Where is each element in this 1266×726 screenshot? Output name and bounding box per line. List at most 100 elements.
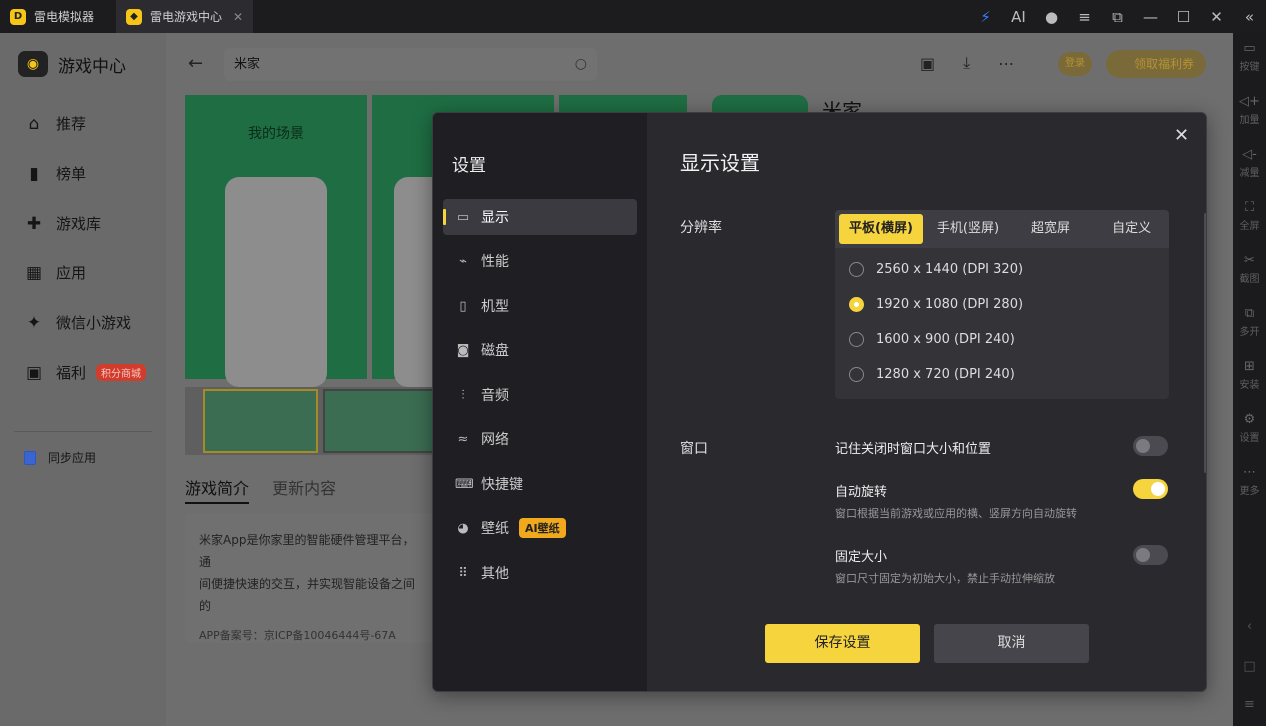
settings-nav-label: 磁盘 (481, 343, 509, 359)
tab-close-icon[interactable]: ✕ (233, 10, 243, 24)
thumbnail[interactable] (323, 389, 438, 453)
res-tab-custom[interactable]: 自定义 (1102, 214, 1161, 244)
keyboard-icon: ▭ (1243, 41, 1256, 56)
res-option[interactable]: 1600 x 900 (DPI 240) (849, 332, 1015, 347)
gamepad-logo-icon: ◉ (18, 51, 48, 77)
side-keyboard[interactable]: ▭ 按键 (1233, 41, 1266, 73)
side-settings[interactable]: ⚙ 设置 (1233, 412, 1266, 444)
tab-updates[interactable]: 更新内容 (272, 479, 336, 498)
res-option[interactable]: 1920 x 1080 (DPI 280) (849, 297, 1023, 312)
sync-apps-button[interactable]: 同步应用 (24, 449, 96, 466)
side-fullscreen[interactable]: ⛶ 全屏 (1233, 200, 1266, 232)
maximize-icon[interactable]: ☐ (1167, 8, 1200, 26)
tab-game-center[interactable]: ◆ 雷电游戏中心 ✕ (116, 0, 254, 33)
option-fixed-size-desc: 窗口尺寸固定为初始大小，禁止手动拉伸缩放 (835, 572, 1055, 585)
res-option-label: 2560 x 1440 (DPI 320) (876, 262, 1024, 277)
more-icon: ⋯ (1243, 465, 1256, 480)
settings-nav-shortcuts[interactable]: ⌨ 快捷键 (443, 466, 637, 502)
nav-back-icon[interactable]: ‹ (1233, 619, 1266, 634)
settings-nav-disk[interactable]: ◙ 磁盘 (443, 332, 637, 368)
download-icon[interactable]: ⤓ (963, 53, 970, 73)
collapse-icon[interactable]: « (1233, 8, 1266, 26)
settings-nav-model[interactable]: ▯ 机型 (443, 288, 637, 324)
side-volume-up[interactable]: ◁+ 加量 (1233, 94, 1266, 126)
settings-nav-other[interactable]: ⠿ 其他 (443, 555, 637, 591)
res-tab-ultrawide[interactable]: 超宽屏 (1021, 214, 1080, 244)
calendar-icon[interactable]: ▣ (920, 54, 935, 73)
monitor-icon: ▭ (456, 209, 470, 225)
nav-label: 游戏库 (56, 215, 102, 233)
intro-box: 米家App是你家里的智能硬件管理平台，通 间便捷快速的交互，并实现智能设备之间的… (185, 513, 435, 643)
login-button[interactable]: 登录 (1058, 52, 1092, 76)
search-value: 米家 (234, 57, 261, 72)
thumbnail[interactable] (203, 389, 318, 453)
nav-item-apps[interactable]: ▦ 应用 (24, 262, 86, 283)
nav-item-game-library[interactable]: ✚ 游戏库 (24, 213, 101, 234)
res-option[interactable]: 2560 x 1440 (DPI 320) (849, 262, 1023, 277)
search-icon[interactable]: ○ (575, 48, 587, 81)
nav-item-welfare[interactable]: ▣ 福利 积分商城 (24, 362, 147, 383)
side-install[interactable]: ⊞ 安装 (1233, 359, 1266, 391)
toggle-remember-window[interactable] (1133, 436, 1168, 456)
volume-up-icon: ◁+ (1239, 94, 1260, 109)
side-label: 安装 (1239, 380, 1260, 391)
sync-label: 同步应用 (48, 451, 97, 465)
dialog-close-icon[interactable]: ✕ (1174, 125, 1189, 146)
settings-nav-audio[interactable]: ⫶ 音频 (443, 377, 637, 413)
nav-item-ranking[interactable]: ▮ 榜单 (24, 163, 86, 184)
tab-emulator[interactable]: D 雷电模拟器 (0, 0, 104, 33)
res-tab-phone[interactable]: 手机(竖屏) (927, 214, 1009, 244)
install-icon: ⊞ (1244, 359, 1255, 374)
res-tab-tablet[interactable]: 平板(横屏) (839, 214, 923, 244)
side-label: 按键 (1239, 62, 1260, 73)
gear-icon: ⚙ (1243, 412, 1256, 427)
settings-nav-display[interactable]: ▭ 显示 (443, 199, 637, 235)
lightning-icon[interactable]: ⚡ (969, 8, 1002, 26)
radio-button[interactable] (849, 297, 864, 312)
tab-intro[interactable]: 游戏简介 (185, 479, 250, 504)
minimize-icon[interactable]: — (1134, 8, 1167, 26)
back-arrow-icon[interactable]: ← (188, 53, 203, 74)
option-fixed-size: 固定大小 (835, 550, 888, 565)
screenshot-1[interactable]: 我的场景 (185, 95, 367, 387)
menu-icon[interactable]: ≡ (1068, 8, 1101, 26)
radio-button[interactable] (849, 367, 864, 382)
reward-button[interactable]: 领取福利券 (1106, 50, 1206, 78)
side-more[interactable]: ⋯ 更多 (1233, 465, 1266, 497)
cancel-button[interactable]: 取消 (934, 624, 1089, 663)
side-volume-down[interactable]: ◁- 减量 (1233, 147, 1266, 179)
nav-label: 应用 (56, 264, 87, 282)
settings-nav-performance[interactable]: ⌁ 性能 (443, 243, 637, 279)
game-center-logo-icon: ◆ (126, 8, 143, 25)
resolution-panel: 平板(横屏) 手机(竖屏) 超宽屏 自定义 2560 x 1440 (DPI 3… (835, 210, 1169, 399)
radio-button[interactable] (849, 332, 864, 347)
restore-icon[interactable]: ⧉ (1101, 8, 1134, 26)
nav-item-recommend[interactable]: ⌂ 推荐 (24, 113, 86, 134)
nav-home-icon[interactable]: □ (1233, 659, 1266, 674)
close-icon[interactable]: ✕ (1200, 8, 1233, 26)
user-icon[interactable]: ● (1035, 8, 1068, 26)
settings-nav-wallpaper[interactable]: ◕ 壁纸 AI壁纸 (443, 510, 637, 546)
toggle-fixed-size[interactable] (1133, 545, 1168, 565)
side-screenshot[interactable]: ✂ 截图 (1233, 253, 1266, 285)
more-icon[interactable]: ⋯ (998, 54, 1014, 73)
side-multi[interactable]: ⧉ 多开 (1233, 306, 1266, 338)
disk-icon: ◙ (456, 342, 470, 358)
option-auto-rotate-desc: 窗口根据当前游戏或应用的横、竖屏方向自动旋转 (835, 507, 1077, 520)
settings-sidebar: 设置 ▭ 显示 ⌁ 性能 ▯ 机型 ◙ 磁盘 ⫶ 音频 ≈ 网络 ⌨ 快捷键 ◕… (433, 113, 647, 691)
palette-icon: ◕ (457, 520, 469, 536)
ai-wallpaper-badge: AI壁纸 (519, 518, 566, 538)
nav-item-wechat-games[interactable]: ✦ 微信小游戏 (24, 312, 131, 333)
scrollbar[interactable] (1204, 213, 1206, 473)
performance-icon: ⌁ (459, 253, 467, 269)
settings-nav-label: 音频 (481, 388, 509, 404)
ai-icon[interactable]: AI (1002, 8, 1035, 26)
toggle-auto-rotate[interactable] (1133, 479, 1168, 499)
radio-button[interactable] (849, 262, 864, 277)
search-input[interactable]: 米家 ○ (224, 48, 597, 81)
option-remember-window: 记住关闭时窗口大小和位置 (835, 442, 992, 457)
settings-nav-network[interactable]: ≈ 网络 (443, 421, 637, 457)
nav-recent-icon[interactable]: ≡ (1233, 697, 1266, 712)
save-button[interactable]: 保存设置 (765, 624, 920, 663)
res-option[interactable]: 1280 x 720 (DPI 240) (849, 367, 1015, 382)
